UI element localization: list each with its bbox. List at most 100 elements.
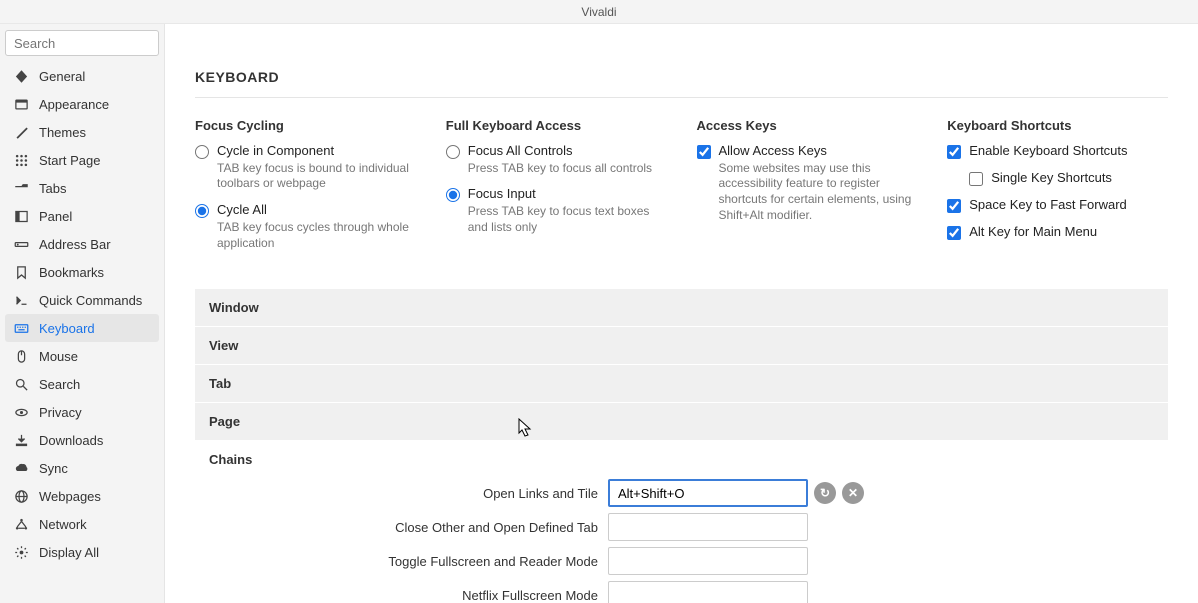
page-title: KEYBOARD [195, 69, 1168, 85]
sidebar-item-label: Panel [39, 209, 72, 224]
sidebar-item-downloads[interactable]: Downloads [5, 426, 159, 454]
chain-label: Netflix Fullscreen Mode [462, 588, 598, 603]
chain-shortcut-input[interactable] [608, 479, 808, 507]
sidebar-item-label: Network [39, 517, 87, 532]
tabs-icon [11, 181, 31, 196]
option-label: Space Key to Fast Forward [969, 197, 1127, 214]
sidebar-item-webpages[interactable]: Webpages [5, 482, 159, 510]
sidebar-item-sync[interactable]: Sync [5, 454, 159, 482]
sidebar-item-label: Start Page [39, 153, 100, 168]
alt-mainmenu-checkbox[interactable]: Alt Key for Main Menu [947, 224, 1168, 241]
sidebar-item-keyboard[interactable]: Keyboard [5, 314, 159, 342]
sidebar-item-label: Mouse [39, 349, 78, 364]
sidebar-item-label: Keyboard [39, 321, 95, 336]
access-keys-title: Access Keys [697, 118, 918, 133]
sidebar-item-quickcommands[interactable]: Quick Commands [5, 286, 159, 314]
sidebar-item-label: Address Bar [39, 237, 111, 252]
option-label: Cycle in Component [217, 143, 416, 160]
reset-shortcut-button[interactable]: ↻ [814, 482, 836, 504]
settings-content: KEYBOARD Focus Cycling Cycle in Componen… [165, 24, 1198, 603]
option-desc: Some websites may use this accessibility… [719, 161, 918, 223]
displayall-icon [11, 545, 31, 560]
sidebar-item-label: Appearance [39, 97, 109, 112]
option-label: Single Key Shortcuts [991, 170, 1112, 187]
allow-access-keys-checkbox[interactable]: Allow Access KeysSome websites may use t… [697, 143, 918, 223]
sidebar-item-label: Sync [39, 461, 68, 476]
space-fastforward-checkbox[interactable]: Space Key to Fast Forward [947, 197, 1168, 214]
full-keyboard-title: Full Keyboard Access [446, 118, 667, 133]
bookmarks-icon [11, 265, 31, 280]
section-tab[interactable]: Tab [195, 365, 1168, 402]
option-label: Focus All Controls [468, 143, 652, 160]
sidebar-item-label: Tabs [39, 181, 66, 196]
sidebar-item-themes[interactable]: Themes [5, 118, 159, 146]
option-label: Focus Input [468, 186, 667, 203]
chain-shortcut-input[interactable] [608, 513, 808, 541]
mouse-icon [11, 349, 31, 364]
search-input[interactable] [5, 30, 159, 56]
section-view[interactable]: View [195, 327, 1168, 364]
section-chains[interactable]: Chains [195, 441, 1168, 478]
section-window[interactable]: Window [195, 289, 1168, 326]
keyboard-icon [11, 321, 31, 336]
chain-label: Close Other and Open Defined Tab [395, 520, 598, 535]
window-title: Vivaldi [0, 0, 1198, 24]
chain-shortcut-input[interactable] [608, 581, 808, 603]
chain-row: Toggle Fullscreen and Reader Mode [195, 547, 868, 575]
sidebar-item-privacy[interactable]: Privacy [5, 398, 159, 426]
sidebar-item-mouse[interactable]: Mouse [5, 342, 159, 370]
panel-icon [11, 209, 31, 224]
single-key-shortcuts-checkbox[interactable]: Single Key Shortcuts [947, 170, 1168, 187]
sidebar-item-startpage[interactable]: Start Page [5, 146, 159, 174]
focus-all-controls-radio[interactable]: Focus All ControlsPress TAB key to focus… [446, 143, 667, 176]
chain-shortcut-input[interactable] [608, 547, 808, 575]
sidebar-item-label: Themes [39, 125, 86, 140]
option-desc: TAB key focus cycles through whole appli… [217, 220, 416, 251]
chain-label: Toggle Fullscreen and Reader Mode [388, 554, 598, 569]
sidebar-item-bookmarks[interactable]: Bookmarks [5, 258, 159, 286]
option-desc: TAB key focus is bound to individual too… [217, 161, 416, 192]
clear-shortcut-button[interactable]: ✕ [842, 482, 864, 504]
sidebar-item-label: Search [39, 377, 80, 392]
sidebar-item-label: Webpages [39, 489, 101, 504]
cycle-in-component-radio[interactable]: Cycle in ComponentTAB key focus is bound… [195, 143, 416, 192]
general-icon [11, 69, 31, 84]
sidebar-item-addressbar[interactable]: Address Bar [5, 230, 159, 258]
enable-shortcuts-checkbox[interactable]: Enable Keyboard Shortcuts [947, 143, 1168, 160]
sidebar-item-displayall[interactable]: Display All [5, 538, 159, 566]
webpages-icon [11, 489, 31, 504]
startpage-icon [11, 153, 31, 168]
privacy-icon [11, 405, 31, 420]
option-label: Allow Access Keys [719, 143, 918, 160]
focus-input-radio[interactable]: Focus InputPress TAB key to focus text b… [446, 186, 667, 235]
keyboard-shortcuts-title: Keyboard Shortcuts [947, 118, 1168, 133]
sidebar-item-label: Downloads [39, 433, 103, 448]
sidebar-item-network[interactable]: Network [5, 510, 159, 538]
cycle-all-radio[interactable]: Cycle AllTAB key focus cycles through wh… [195, 202, 416, 251]
search-icon [11, 377, 31, 392]
sidebar-item-search[interactable]: Search [5, 370, 159, 398]
sidebar-item-general[interactable]: General [5, 62, 159, 90]
sidebar-item-label: Quick Commands [39, 293, 142, 308]
quickcommands-icon [11, 293, 31, 308]
sidebar-item-label: Bookmarks [39, 265, 104, 280]
chain-label: Open Links and Tile [483, 486, 598, 501]
downloads-icon [11, 433, 31, 448]
section-page[interactable]: Page [195, 403, 1168, 440]
focus-cycling-title: Focus Cycling [195, 118, 416, 133]
option-label: Enable Keyboard Shortcuts [969, 143, 1127, 160]
themes-icon [11, 125, 31, 140]
sidebar-item-label: General [39, 69, 85, 84]
chain-row: Netflix Fullscreen Mode [195, 581, 868, 603]
sync-icon [11, 461, 31, 476]
sidebar-item-appearance[interactable]: Appearance [5, 90, 159, 118]
sidebar-item-label: Display All [39, 545, 99, 560]
option-desc: Press TAB key to focus all controls [468, 161, 652, 177]
chain-row: Open Links and Tile ↻ ✕ [195, 479, 868, 507]
addressbar-icon [11, 237, 31, 252]
sidebar-item-tabs[interactable]: Tabs [5, 174, 159, 202]
chain-row: Close Other and Open Defined Tab [195, 513, 868, 541]
option-desc: Press TAB key to focus text boxes and li… [468, 204, 667, 235]
sidebar-item-panel[interactable]: Panel [5, 202, 159, 230]
sidebar-item-label: Privacy [39, 405, 82, 420]
